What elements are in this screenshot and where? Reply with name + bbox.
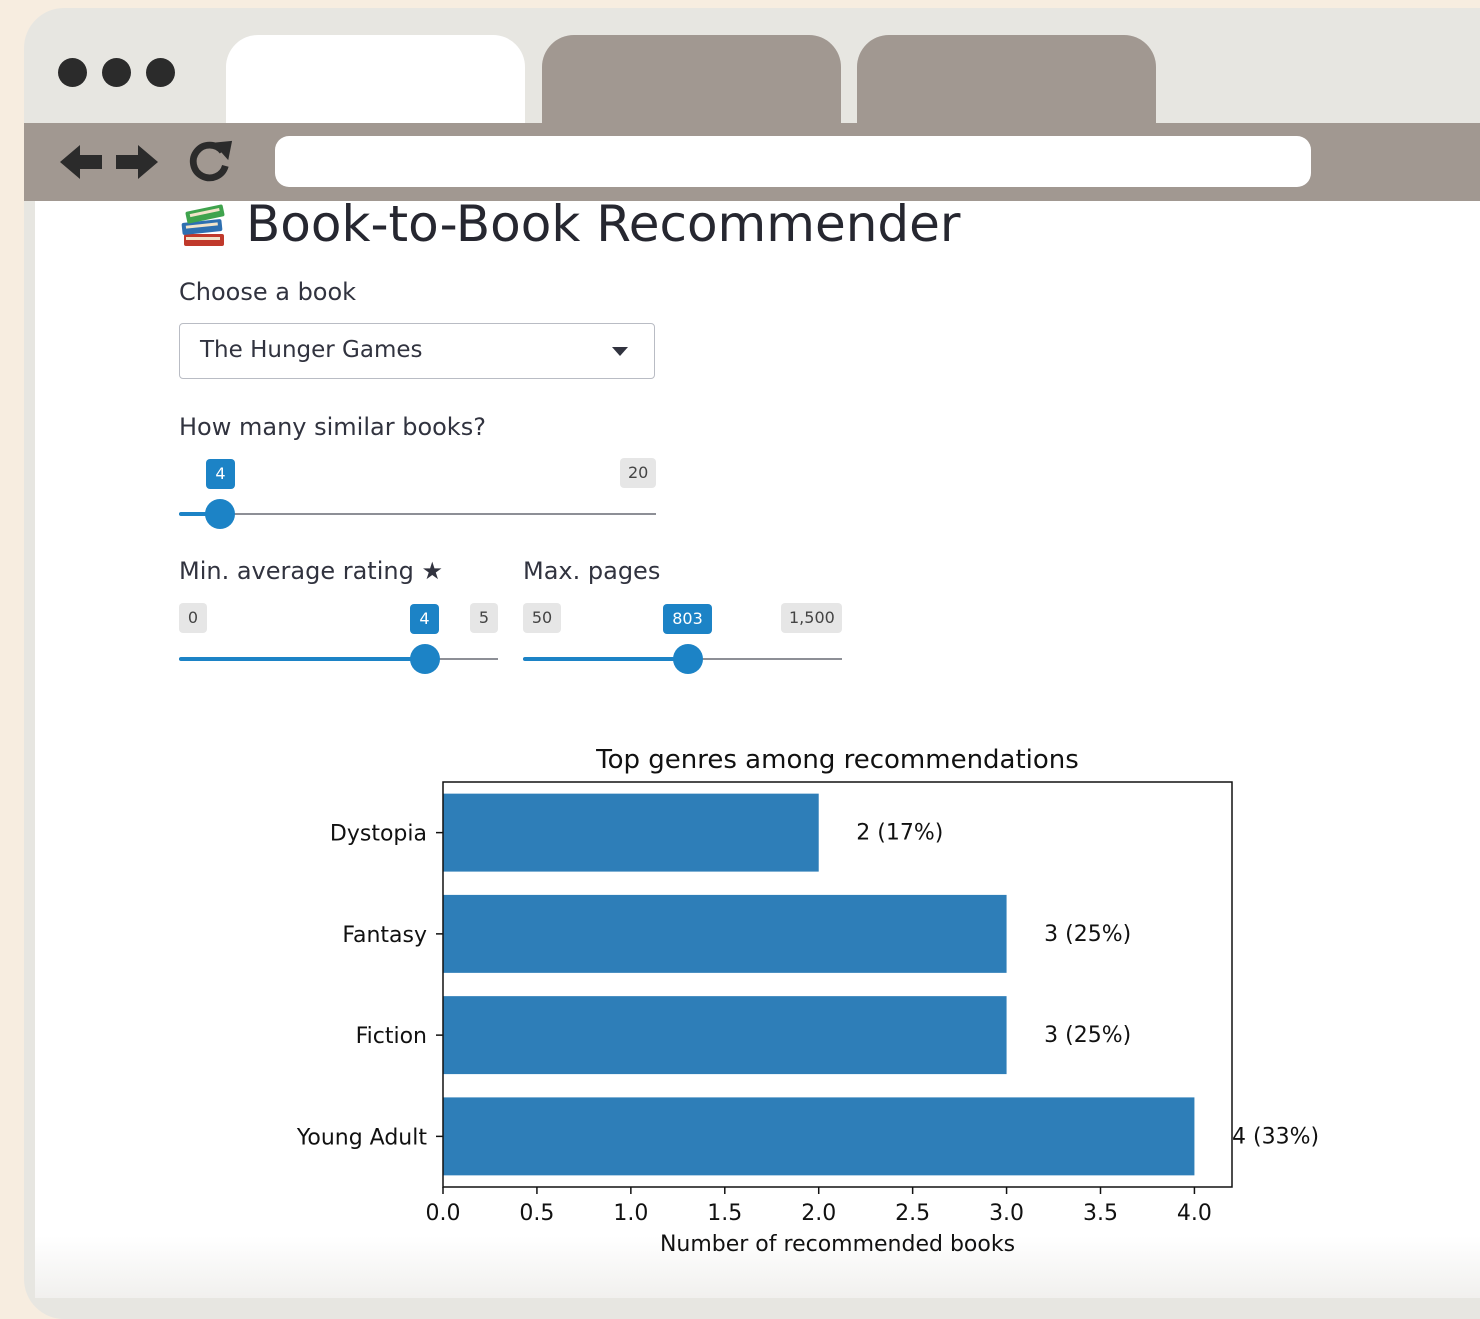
chart-data-label: 3 (25%)	[1044, 922, 1131, 947]
chart-data-label: 4 (33%)	[1232, 1124, 1319, 1149]
chart-xtick-label: 2.5	[895, 1201, 930, 1226]
chart-xtick-label: 3.5	[1083, 1201, 1118, 1226]
chart-xtick-label: 4.0	[1177, 1201, 1212, 1226]
chart-ytick-label: Fantasy	[342, 923, 427, 948]
chart-ytick-label: Young Adult	[296, 1125, 428, 1150]
chart-xtick-label: 1.0	[613, 1201, 648, 1226]
genre-bar-chart: Top genres among recommendations Dystopia…	[296, 745, 1319, 1257]
chart-xlabel: Number of recommended books	[660, 1232, 1015, 1257]
chart-xtick-label: 2.0	[801, 1201, 836, 1226]
chart-bar	[443, 996, 1007, 1075]
chart-ytick-label: Fiction	[356, 1024, 427, 1049]
chart-xtick-label: 0.5	[519, 1201, 554, 1226]
chart-bar	[443, 894, 1007, 973]
chart-title: Top genres among recommendations	[595, 745, 1079, 775]
chart-bar	[443, 1097, 1195, 1176]
chart-bar	[443, 793, 819, 872]
chart-xtick-label: 0.0	[426, 1201, 461, 1226]
chart-data-label: 2 (17%)	[856, 821, 943, 846]
chart-data-label: 3 (25%)	[1044, 1023, 1131, 1048]
chart-ytick-label: Dystopia	[330, 822, 427, 847]
chart-xtick-label: 1.5	[707, 1201, 742, 1226]
chart-xtick-label: 3.0	[989, 1201, 1024, 1226]
